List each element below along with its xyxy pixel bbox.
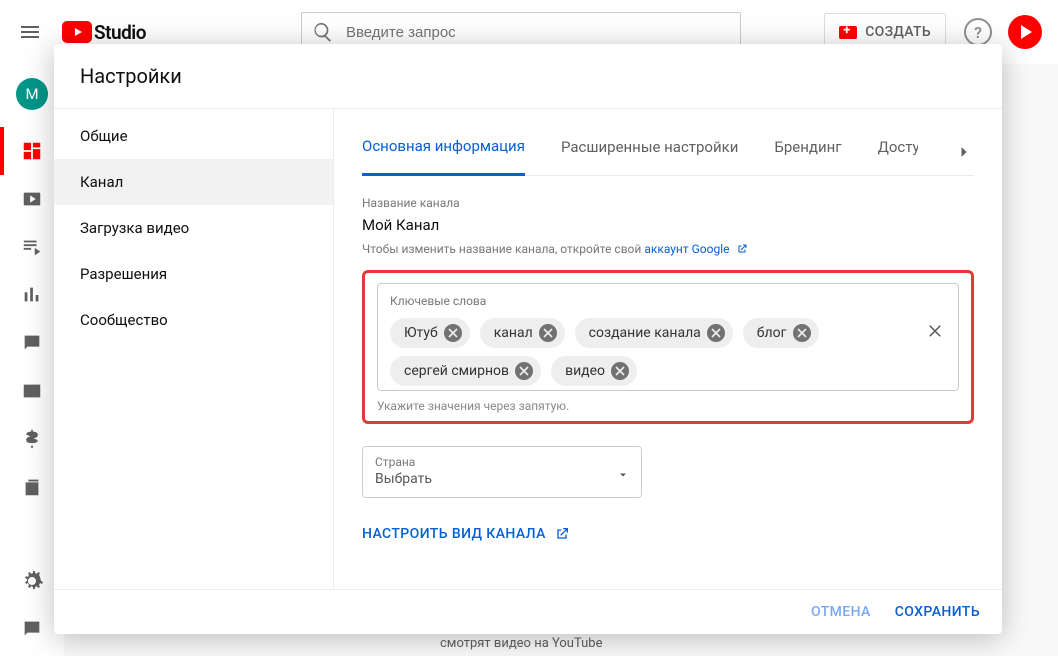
keywords-hint: Укажите значения через запятую. — [377, 399, 959, 413]
keywords-callout: Ключевые слова Ютуб канал созд — [362, 270, 974, 424]
tab-access[interactable]: Доступ — [878, 130, 918, 174]
modal-footer: ОТМЕНА СОХРАНИТЬ — [54, 589, 1002, 634]
sidebar-item-channel[interactable]: Канал — [54, 159, 333, 205]
country-select[interactable]: Страна Выбрать — [362, 446, 642, 498]
remove-chip-icon[interactable] — [611, 362, 629, 380]
keywords-field[interactable]: Ключевые слова Ютуб канал созд — [377, 283, 959, 391]
keyword-chip: Ютуб — [390, 318, 470, 348]
remove-chip-icon[interactable] — [539, 324, 557, 342]
channel-name-hint: Чтобы изменить название канала, откройте… — [362, 242, 974, 256]
chevron-down-icon — [617, 469, 629, 481]
keyword-chip: канал — [480, 318, 565, 348]
google-account-link[interactable]: аккаунт Google — [644, 242, 729, 256]
keyword-chip: сергей смирнов — [390, 356, 541, 386]
sidebar-item-general[interactable]: Общие — [54, 113, 333, 159]
modal-overlay: Настройки Общие Канал Загрузка видео Раз… — [0, 0, 1058, 656]
keyword-chips: Ютуб канал создание канала — [390, 318, 946, 386]
remove-chip-icon[interactable] — [707, 324, 725, 342]
keyword-chip: создание канала — [575, 318, 733, 348]
sidebar-item-permissions[interactable]: Разрешения — [54, 251, 333, 297]
channel-name-value: Мой Канал — [362, 216, 974, 234]
country-value: Выбрать — [375, 471, 629, 487]
clear-keywords-icon[interactable] — [926, 322, 944, 340]
remove-chip-icon[interactable] — [793, 324, 811, 342]
channel-name-label: Название канала — [362, 196, 974, 210]
sidebar-item-upload[interactable]: Загрузка видео — [54, 205, 333, 251]
tab-advanced[interactable]: Расширенные настройки — [561, 130, 738, 174]
save-button[interactable]: СОХРАНИТЬ — [895, 604, 980, 620]
settings-sidebar: Общие Канал Загрузка видео Разрешения Со… — [54, 109, 334, 589]
external-link-icon — [554, 526, 570, 542]
modal-title: Настройки — [54, 44, 1002, 109]
tab-branding[interactable]: Брендинг — [774, 130, 841, 174]
remove-chip-icon[interactable] — [444, 324, 462, 342]
keyword-chip: видео — [551, 356, 637, 386]
remove-chip-icon[interactable] — [515, 362, 533, 380]
tabs-scroll-right-icon[interactable] — [954, 142, 974, 162]
country-label: Страна — [375, 455, 629, 469]
keyword-chip: блог — [743, 318, 819, 348]
settings-tabs: Основная информация Расширенные настройк… — [362, 129, 974, 176]
tab-basic-info[interactable]: Основная информация — [362, 129, 525, 176]
settings-pane: Основная информация Расширенные настройк… — [334, 109, 1002, 589]
keywords-label: Ключевые слова — [390, 294, 946, 308]
settings-modal: Настройки Общие Канал Загрузка видео Раз… — [54, 44, 1002, 634]
cancel-button[interactable]: ОТМЕНА — [811, 604, 871, 620]
external-link-icon — [736, 243, 748, 255]
customize-channel-link[interactable]: НАСТРОИТЬ ВИД КАНАЛА — [362, 526, 974, 542]
sidebar-item-community[interactable]: Сообщество — [54, 297, 333, 343]
